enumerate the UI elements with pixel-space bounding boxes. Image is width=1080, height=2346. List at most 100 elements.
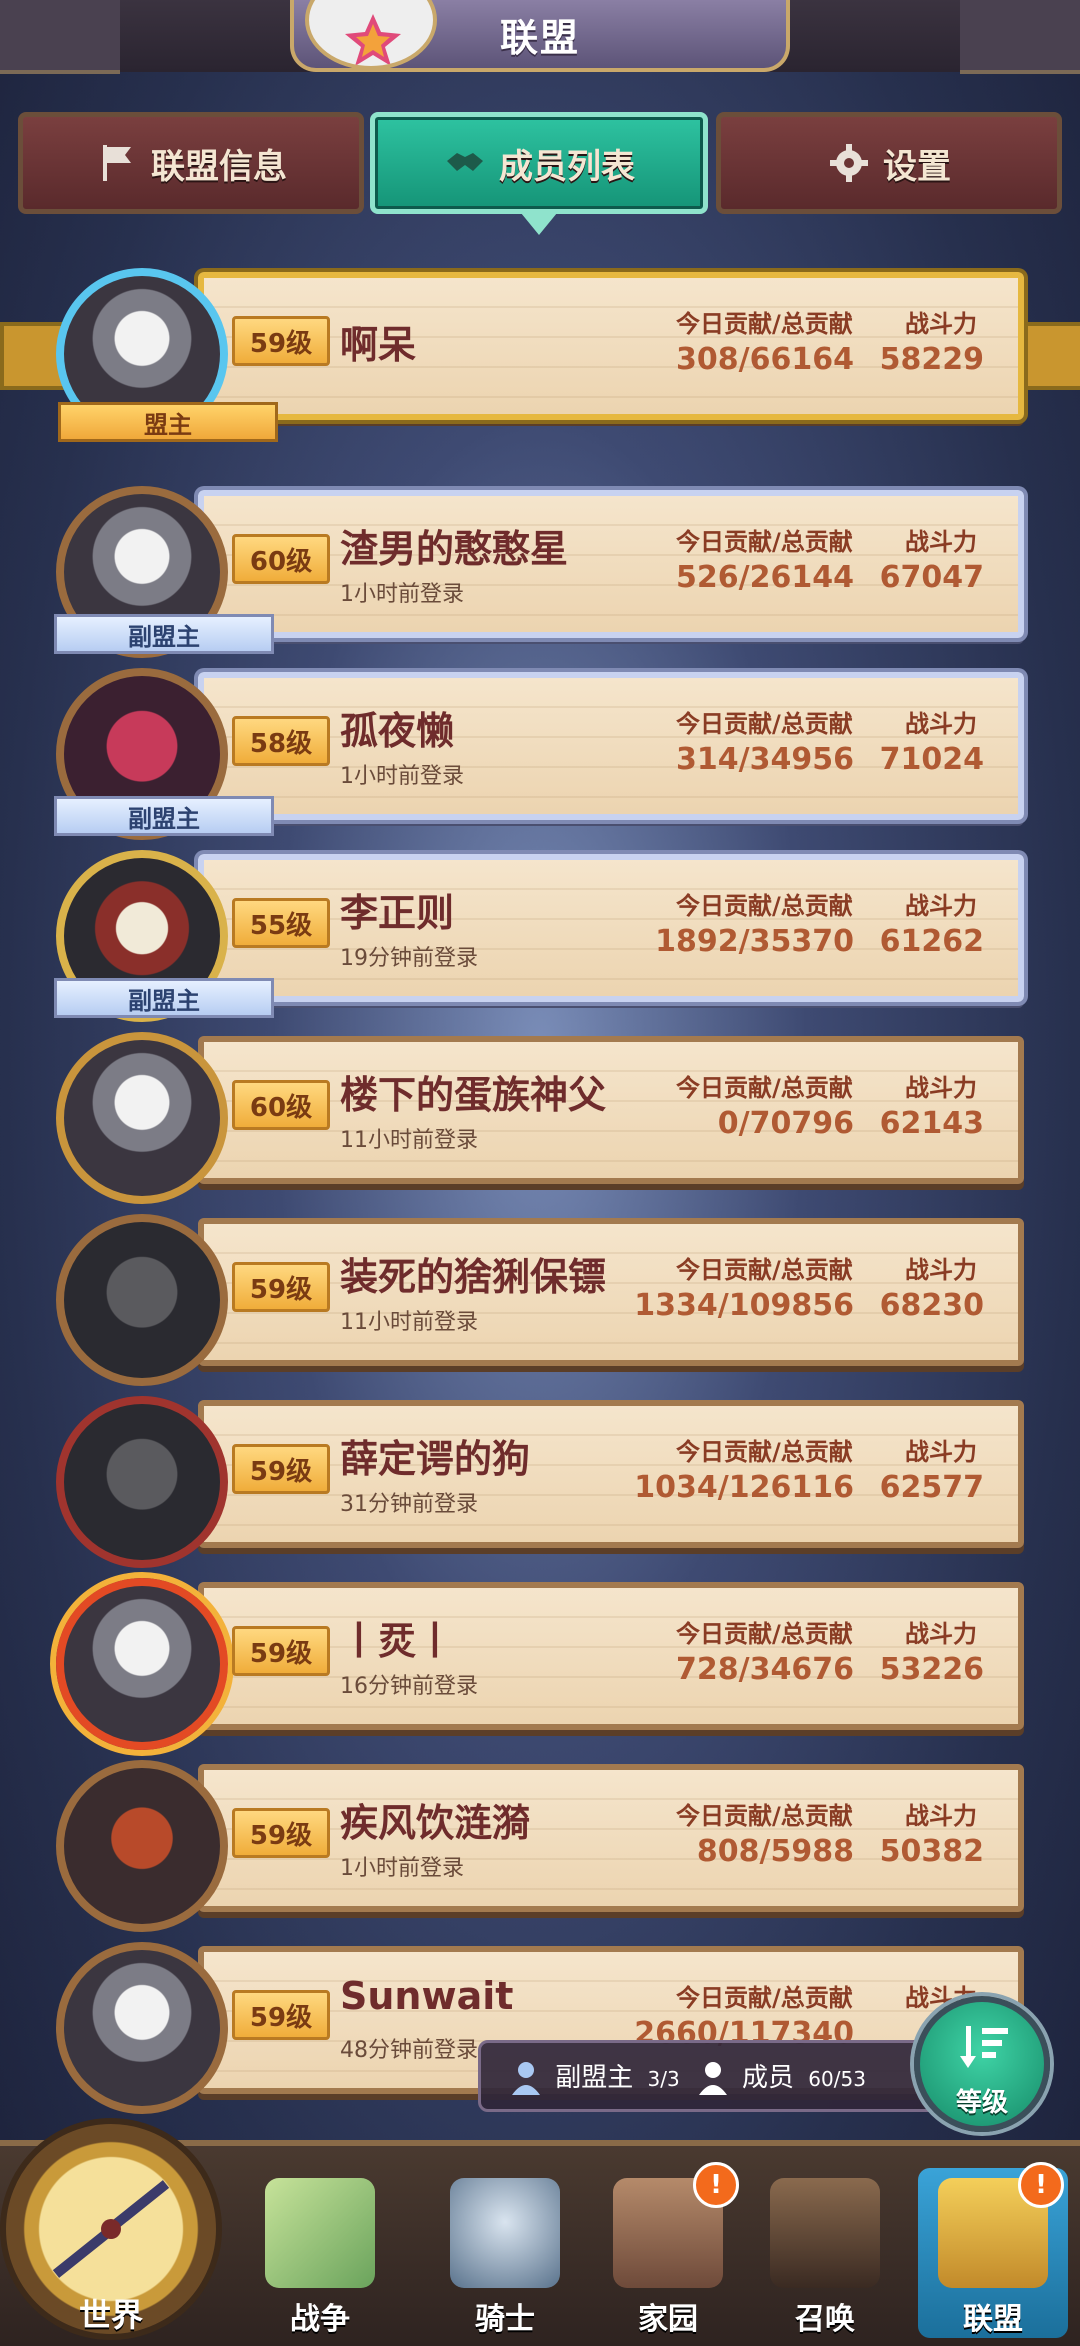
member-avatar[interactable] <box>56 1578 228 1750</box>
member-avatar[interactable] <box>56 1032 228 1204</box>
handshake-icon <box>447 153 483 171</box>
nav-knights[interactable]: 骑士 <box>430 2168 580 2338</box>
power-label: 战斗力 <box>905 528 977 556</box>
member-level: 59级 <box>232 1990 330 2040</box>
gear-icon <box>830 144 868 182</box>
contribution-label: 今日贡献/总贡献 <box>676 1438 853 1466</box>
contribution-label: 今日贡献/总贡献 <box>676 710 853 738</box>
member-row[interactable]: 59级 丨烎丨 16分钟前登录 今日贡献/总贡献 战斗力 728/34676 5… <box>0 1572 1080 1750</box>
tab-label: 成员列表 <box>499 146 635 187</box>
member-avatar[interactable] <box>56 1396 228 1568</box>
member-row[interactable]: 60级 渣男的憨憨星 1小时前登录 今日贡献/总贡献 战斗力 526/26144… <box>0 480 1080 658</box>
member-name: 孤夜懒 <box>340 709 455 753</box>
vice-leader-count: 副盟主 3/3 <box>511 2057 680 2096</box>
member-name: 薛定谔的狗 <box>340 1437 531 1481</box>
nav-label: 骑士 <box>475 2302 535 2337</box>
world-compass-button[interactable]: 世界 <box>0 2118 222 2340</box>
contribution-label: 今日贡献/总贡献 <box>676 892 853 920</box>
role-ribbon: 副盟主 <box>54 614 274 654</box>
contribution-value: 728/34676 <box>676 1652 854 1687</box>
contribution-value: 1034/126116 <box>634 1470 854 1505</box>
member-level: 60级 <box>232 1080 330 1130</box>
tab-label: 设置 <box>883 146 951 187</box>
tab-alliance-info[interactable]: 联盟信息 <box>18 112 364 214</box>
tab-bar: 联盟信息 成员列表 设置 <box>18 112 1062 235</box>
member-count: 成员 60/53 <box>698 2057 866 2096</box>
contribution-value: 526/26144 <box>676 560 854 595</box>
member-level: 59级 <box>232 1444 330 1494</box>
power-label: 战斗力 <box>905 710 977 738</box>
vice-leader-value: 3/3 <box>647 2066 680 2091</box>
tab-settings[interactable]: 设置 <box>716 112 1062 214</box>
member-row[interactable]: 59级 装死的猞猁保镖 11小时前登录 今日贡献/总贡献 战斗力 1334/10… <box>0 1208 1080 1386</box>
contribution-value: 808/5988 <box>696 1834 854 1869</box>
contribution-label: 今日贡献/总贡献 <box>676 1802 853 1830</box>
contribution-value: 0/70796 <box>717 1106 854 1141</box>
member-label: 成员 <box>742 2062 795 2093</box>
member-login-time: 19分钟前登录 <box>340 946 478 971</box>
sort-by-level-button[interactable]: 等级 <box>914 1996 1050 2132</box>
contribution-value: 314/34956 <box>676 742 854 777</box>
member-name: 李正则 <box>340 891 455 935</box>
power-label: 战斗力 <box>905 1620 977 1648</box>
member-login-time: 11小时前登录 <box>340 1310 478 1335</box>
member-avatar[interactable] <box>56 1214 228 1386</box>
contribution-value: 1892/35370 <box>655 924 854 959</box>
member-row[interactable]: 59级 薛定谔的狗 31分钟前登录 今日贡献/总贡献 战斗力 1034/1261… <box>0 1390 1080 1568</box>
member-row[interactable]: 58级 孤夜懒 1小时前登录 今日贡献/总贡献 战斗力 314/34956 71… <box>0 662 1080 840</box>
gold-wing-right <box>1020 322 1080 390</box>
nav-home[interactable]: ! 家园 <box>593 2162 743 2338</box>
contribution-label: 今日贡献/总贡献 <box>676 310 853 338</box>
member-row[interactable]: 60级 楼下的蛋族神父 11小时前登录 今日贡献/总贡献 战斗力 0/70796… <box>0 1026 1080 1204</box>
member-login-time: 1小时前登录 <box>340 1856 464 1881</box>
role-ribbon: 副盟主 <box>54 796 274 836</box>
contribution-label: 今日贡献/总贡献 <box>676 1620 853 1648</box>
power-value: 53226 <box>879 1652 984 1687</box>
member-level: 60级 <box>232 534 330 584</box>
member-list[interactable]: 59级 啊呆 今日贡献/总贡献 战斗力 308/66164 58229 盟主 6… <box>0 262 1080 2162</box>
person-icon <box>512 2062 540 2096</box>
member-login-time: 1小时前登录 <box>340 582 464 607</box>
power-label: 战斗力 <box>905 310 977 338</box>
member-row[interactable]: 55级 李正则 19分钟前登录 今日贡献/总贡献 战斗力 1892/35370 … <box>0 844 1080 1022</box>
member-name: Sunwait <box>340 1974 514 2018</box>
nav-war[interactable]: 战争 <box>245 2168 395 2338</box>
role-ribbon: 副盟主 <box>54 978 274 1018</box>
contribution-label: 今日贡献/总贡献 <box>676 1256 853 1284</box>
member-name: 疾风饮涟漪 <box>340 1801 531 1845</box>
member-value: 60/53 <box>808 2066 866 2091</box>
tab-member-list[interactable]: 成员列表 <box>370 112 708 235</box>
notification-badge: ! <box>1018 2162 1064 2208</box>
contribution-label: 今日贡献/总贡献 <box>676 1984 853 2012</box>
member-avatar[interactable] <box>56 1760 228 1932</box>
train-icon <box>770 2178 880 2288</box>
power-value: 58229 <box>879 342 984 377</box>
member-row[interactable]: 59级 疾风饮涟漪 1小时前登录 今日贡献/总贡献 战斗力 808/5988 5… <box>0 1754 1080 1932</box>
member-avatar[interactable] <box>56 1942 228 2114</box>
member-level: 55级 <box>232 898 330 948</box>
power-value: 71024 <box>879 742 984 777</box>
member-row[interactable]: 59级 啊呆 今日贡献/总贡献 战斗力 308/66164 58229 盟主 <box>0 262 1080 442</box>
nav-label: 联盟 <box>963 2302 1023 2337</box>
power-label: 战斗力 <box>905 1438 977 1466</box>
power-label: 战斗力 <box>905 1802 977 1830</box>
nav-alliance[interactable]: ! 联盟 <box>918 2162 1068 2338</box>
member-login-time: 16分钟前登录 <box>340 1674 478 1699</box>
top-header: 联盟 <box>0 0 1080 74</box>
member-level: 59级 <box>232 1626 330 1676</box>
notification-badge: ! <box>693 2162 739 2208</box>
member-name: 丨烎丨 <box>340 1619 455 1663</box>
power-value: 62143 <box>879 1106 984 1141</box>
member-level: 58级 <box>232 716 330 766</box>
header-right-decoration <box>960 0 1080 74</box>
power-label: 战斗力 <box>905 1256 977 1284</box>
member-level: 59级 <box>232 316 330 366</box>
member-login-time: 11小时前登录 <box>340 1128 478 1153</box>
vice-leader-label: 副盟主 <box>555 2062 634 2093</box>
power-value: 50382 <box>879 1834 984 1869</box>
power-value: 61262 <box>879 924 984 959</box>
nav-summon[interactable]: 召唤 <box>750 2168 900 2338</box>
power-value: 62577 <box>879 1470 984 1505</box>
person-icon <box>698 2062 727 2096</box>
member-name: 楼下的蛋族神父 <box>340 1073 607 1117</box>
